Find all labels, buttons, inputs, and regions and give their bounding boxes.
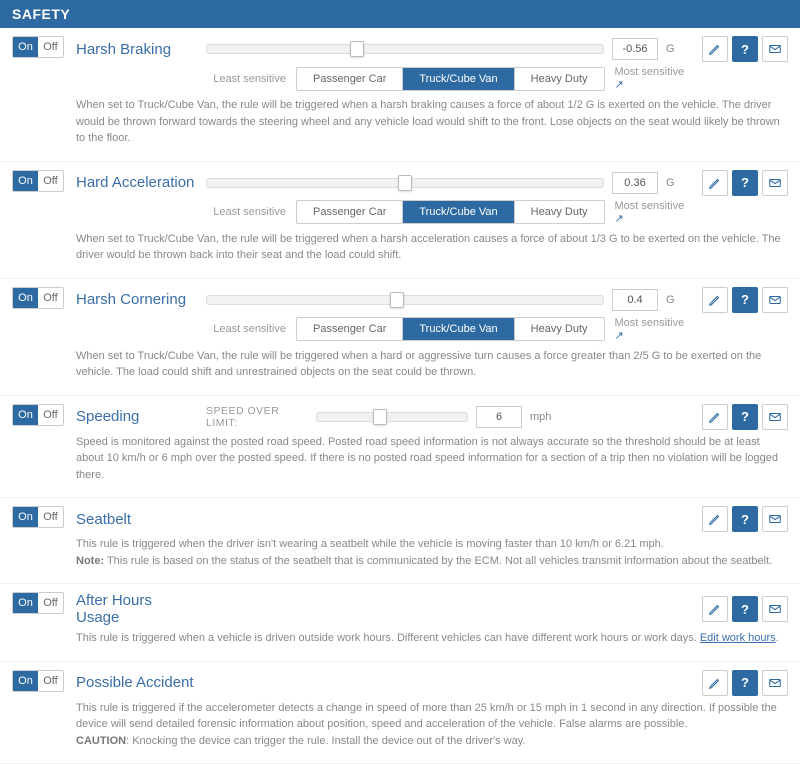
sensitivity-slider[interactable] [206,44,604,54]
rule-title: Harsh Cornering [76,291,196,308]
rule-row: OnOff Harsh Cornering G ? Least sensitiv… [0,279,800,396]
speed-slider[interactable] [316,412,468,422]
edit-button[interactable] [702,287,728,313]
sensitivity-slider[interactable] [206,178,604,188]
rule-row: OnOff Possible Accident ? This rule is t… [0,662,800,764]
rule-toggle[interactable]: OnOff [12,170,64,264]
rule-row: OnOff After Hours Usage ? This rule is t… [0,584,800,662]
seg-option[interactable]: Passenger Car [297,201,403,223]
edit-button[interactable] [702,170,728,196]
section-header: SAFETY [0,0,800,28]
sensitivity-segment[interactable]: Passenger CarTruck/Cube VanHeavy Duty [296,200,605,224]
most-sensitive-label: Most sensitive ↗ [615,66,695,91]
least-sensitive-label: Least sensitive [206,206,286,218]
edit-button[interactable] [702,596,728,622]
rule-toggle[interactable]: OnOff [12,506,64,569]
edit-button[interactable] [702,670,728,696]
toggle-off[interactable]: Off [38,671,63,691]
most-sensitive-label: Most sensitive ↗ [615,200,695,225]
rule-toggle[interactable]: OnOff [12,404,64,484]
edit-work-hours-link[interactable]: Edit work hours [700,632,776,644]
value-input[interactable] [612,172,658,194]
unit-label: G [666,43,692,55]
sensitivity-segment[interactable]: Passenger CarTruck/Cube VanHeavy Duty [296,317,605,341]
edit-button[interactable] [702,404,728,430]
seg-option[interactable]: Passenger Car [297,318,403,340]
most-sensitive-label: Most sensitive ↗ [615,317,695,342]
rule-description: When set to Truck/Cube Van, the rule wil… [76,348,788,381]
toggle-on[interactable]: On [13,671,38,691]
value-input[interactable] [476,406,522,428]
unit-label: G [666,294,692,306]
mail-button[interactable] [762,404,788,430]
toggle-on[interactable]: On [13,507,38,527]
least-sensitive-label: Least sensitive [206,323,286,335]
seg-option[interactable]: Truck/Cube Van [403,318,514,340]
help-button[interactable]: ? [732,36,758,62]
rule-description: This rule is triggered if the accelerome… [76,700,788,750]
toggle-off[interactable]: Off [38,37,63,57]
help-button[interactable]: ? [732,404,758,430]
toggle-on[interactable]: On [13,288,38,308]
seg-option[interactable]: Truck/Cube Van [403,201,514,223]
seg-option[interactable]: Heavy Duty [515,68,604,90]
toggle-off[interactable]: Off [38,593,63,613]
seg-option[interactable]: Heavy Duty [515,318,604,340]
edit-button[interactable] [702,36,728,62]
mail-button[interactable] [762,287,788,313]
rule-title: Seatbelt [76,511,196,528]
rule-toggle[interactable]: OnOff [12,670,64,750]
rule-title: Possible Accident [76,674,196,691]
toggle-on[interactable]: On [13,593,38,613]
speed-over-label: SPEED OVER LIMIT: [206,405,306,429]
value-input[interactable] [612,289,658,311]
toggle-on[interactable]: On [13,37,38,57]
help-button[interactable]: ? [732,506,758,532]
unit-label: mph [530,411,556,423]
least-sensitive-label: Least sensitive [206,73,286,85]
toggle-on[interactable]: On [13,405,38,425]
rule-description: This rule is triggered when a vehicle is… [76,630,788,647]
help-button[interactable]: ? [732,170,758,196]
seg-option[interactable]: Truck/Cube Van [403,68,514,90]
mail-button[interactable] [762,506,788,532]
rule-row: OnOff Seatbelt ? This rule is triggered … [0,498,800,584]
toggle-off[interactable]: Off [38,405,63,425]
rule-toggle[interactable]: OnOff [12,287,64,381]
sensitivity-slider[interactable] [206,295,604,305]
rule-row: OnOff Speeding SPEED OVER LIMIT: mph ? S… [0,396,800,499]
toggle-off[interactable]: Off [38,288,63,308]
toggle-off[interactable]: Off [38,507,63,527]
help-button[interactable]: ? [732,670,758,696]
rule-title: After Hours Usage [76,592,196,626]
rule-title: Harsh Braking [76,41,196,58]
sensitivity-segment[interactable]: Passenger CarTruck/Cube VanHeavy Duty [296,67,605,91]
toggle-on[interactable]: On [13,171,38,191]
help-button[interactable]: ? [732,596,758,622]
rule-description: Speed is monitored against the posted ro… [76,434,788,484]
rule-row: OnOff Hard Acceleration G ? Least sensit… [0,162,800,279]
help-button[interactable]: ? [732,287,758,313]
external-link-icon[interactable]: ↗ [615,330,624,342]
mail-button[interactable] [762,596,788,622]
seg-option[interactable]: Heavy Duty [515,201,604,223]
rule-row: OnOff Harsh Braking G ? Least sensitive … [0,28,800,162]
mail-button[interactable] [762,170,788,196]
rule-description: This rule is triggered when the driver i… [76,536,788,569]
rule-description: When set to Truck/Cube Van, the rule wil… [76,97,788,147]
mail-button[interactable] [762,670,788,696]
rule-toggle[interactable]: OnOff [12,36,64,147]
external-link-icon[interactable]: ↗ [615,213,624,225]
rule-description: When set to Truck/Cube Van, the rule wil… [76,231,788,264]
rule-toggle[interactable]: OnOff [12,592,64,647]
edit-button[interactable] [702,506,728,532]
external-link-icon[interactable]: ↗ [615,79,624,91]
toggle-off[interactable]: Off [38,171,63,191]
mail-button[interactable] [762,36,788,62]
unit-label: G [666,177,692,189]
rule-title: Speeding [76,408,196,425]
seg-option[interactable]: Passenger Car [297,68,403,90]
rule-title: Hard Acceleration [76,174,196,191]
value-input[interactable] [612,38,658,60]
